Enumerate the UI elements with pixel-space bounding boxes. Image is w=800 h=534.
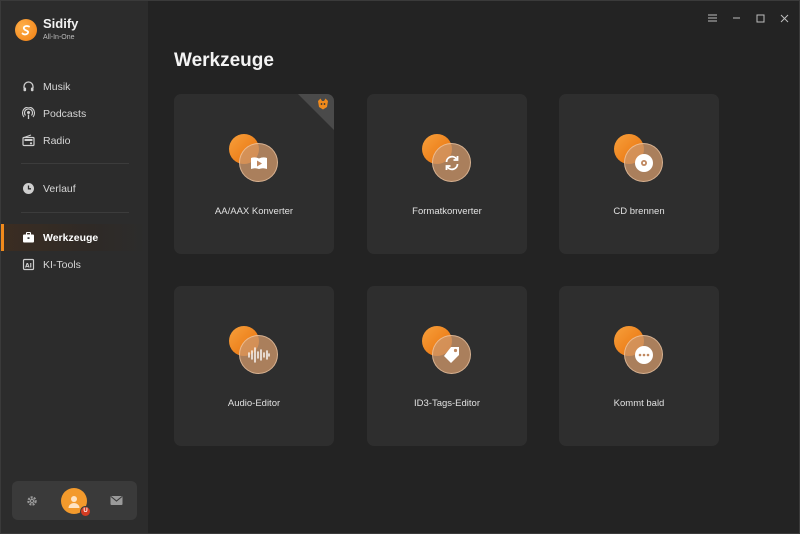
tool-card-aa-aax-konverter[interactable]: AA/AAX Konverter bbox=[174, 94, 334, 254]
sidebar-item-werkzeuge[interactable]: Werkzeuge bbox=[1, 224, 148, 251]
headphones-icon bbox=[21, 80, 35, 94]
clock-icon bbox=[21, 182, 35, 196]
sidebar-item-label: Musik bbox=[43, 80, 71, 93]
toolbox-icon bbox=[21, 231, 35, 245]
tool-card-audio-editor[interactable]: Audio-Editor bbox=[174, 286, 334, 446]
ai-icon: AI bbox=[21, 258, 35, 272]
sidebar-divider bbox=[21, 163, 129, 164]
brand: Sidify All-In-One bbox=[15, 17, 78, 43]
tool-card-kommt-bald[interactable]: Kommt bald bbox=[559, 286, 719, 446]
minimize-icon[interactable] bbox=[731, 11, 741, 25]
tool-card-label: AA/AAX Konverter bbox=[214, 206, 294, 217]
sidebar-item-label: Verlauf bbox=[43, 182, 76, 195]
sidebar-item-verlauf[interactable]: Verlauf bbox=[1, 175, 148, 202]
sidebar-item-label: Podcasts bbox=[43, 107, 87, 120]
window-controls bbox=[707, 11, 789, 25]
convert-icon bbox=[422, 134, 472, 182]
sidebar-item-label: Werkzeuge bbox=[43, 231, 99, 244]
audiobook-play-icon bbox=[229, 134, 279, 182]
avatar[interactable]: U bbox=[61, 487, 91, 517]
app-window: Sidify All-In-One Musik Podcasts Radio V… bbox=[0, 0, 800, 534]
app-subtitle: All-In-One bbox=[43, 34, 75, 41]
tool-card-id3-tags-editor[interactable]: ID3-Tags-Editor bbox=[367, 286, 527, 446]
sidebar-item-musik[interactable]: Musik bbox=[1, 73, 148, 100]
more-icon bbox=[614, 326, 664, 374]
tag-icon bbox=[422, 326, 472, 374]
nav-group-sources: Musik Podcasts Radio bbox=[1, 73, 148, 154]
podcast-icon bbox=[21, 107, 35, 121]
avatar-badge: U bbox=[80, 505, 91, 517]
sidebar-divider bbox=[21, 212, 129, 213]
tool-card-label: ID3-Tags-Editor bbox=[414, 398, 480, 409]
maximize-icon[interactable] bbox=[755, 11, 765, 25]
page-title: Werkzeuge bbox=[174, 50, 274, 71]
waveform-icon bbox=[229, 326, 279, 374]
sidebar-item-ki-tools[interactable]: AI KI-Tools bbox=[1, 251, 148, 278]
app-name: Sidify bbox=[43, 16, 79, 31]
sidebar-item-podcasts[interactable]: Podcasts bbox=[1, 100, 148, 127]
sidebar-item-label: KI-Tools bbox=[43, 258, 81, 271]
tool-card-cd-brennen[interactable]: CD brennen bbox=[559, 94, 719, 254]
tool-card-label: Audio-Editor bbox=[227, 398, 281, 409]
menu-icon[interactable] bbox=[707, 11, 717, 25]
tool-card-label: CD brennen bbox=[613, 206, 665, 217]
tool-card-label: Kommt bald bbox=[613, 398, 665, 409]
tool-card-label: Formatkonverter bbox=[412, 206, 482, 217]
mail-icon[interactable] bbox=[110, 495, 123, 506]
disc-icon bbox=[614, 134, 664, 182]
user-panel: U bbox=[12, 481, 137, 520]
nav-group-tools: Werkzeuge AI KI-Tools bbox=[1, 224, 148, 278]
sidebar-item-radio[interactable]: Radio bbox=[1, 127, 148, 154]
nav-group-history: Verlauf bbox=[1, 175, 148, 202]
sidify-logo-icon bbox=[15, 19, 37, 41]
gear-icon[interactable] bbox=[26, 495, 38, 507]
tool-card-formatkonverter[interactable]: Formatkonverter bbox=[367, 94, 527, 254]
sidebar-item-label: Radio bbox=[43, 134, 71, 147]
svg-text:AI: AI bbox=[25, 263, 32, 270]
premium-badge-icon bbox=[316, 97, 330, 111]
sidebar: Sidify All-In-One Musik Podcasts Radio V… bbox=[1, 1, 148, 533]
radio-icon bbox=[21, 134, 35, 148]
close-icon[interactable] bbox=[779, 11, 789, 25]
